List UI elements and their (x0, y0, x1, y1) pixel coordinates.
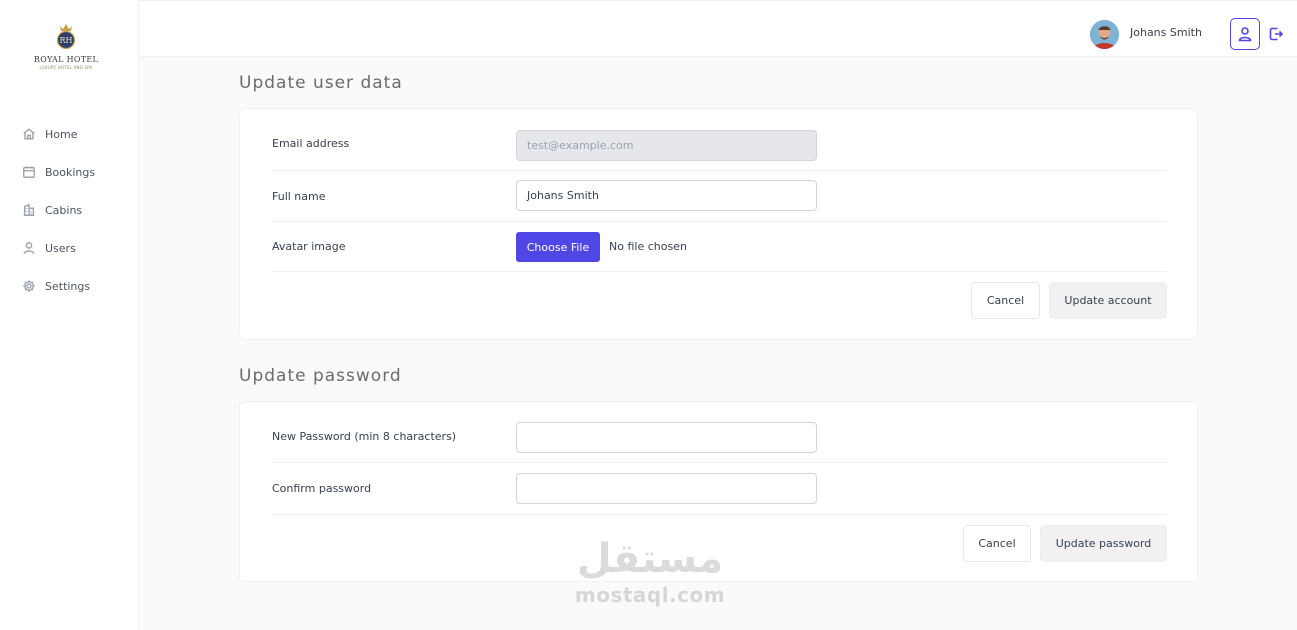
full-name-label: Full name (272, 190, 326, 203)
user-icon (1238, 27, 1252, 42)
crest-icon: RH (56, 24, 76, 50)
avatar-row: Avatar image Choose File No file chosen (272, 222, 1167, 272)
sidebar-item-settings[interactable]: Settings (0, 267, 139, 305)
sidebar-item-label: Bookings (45, 165, 96, 179)
confirm-password-field[interactable] (516, 473, 817, 504)
logout-button[interactable] (1261, 18, 1291, 50)
sidebar-item-label: Settings (45, 279, 91, 293)
sidebar-item-label: Home (45, 127, 78, 141)
building-icon (23, 203, 35, 216)
name-row: Full name Johans Smith (272, 171, 1167, 222)
password-section-title: Update password (239, 366, 402, 386)
avatar-label: Avatar image (272, 240, 346, 253)
top-header: Johans Smith (139, 0, 1297, 57)
sidebar-nav: Home Bookings Cabins Users Settings (0, 115, 139, 305)
user-data-card: Email address test@example.com Full name… (239, 108, 1198, 340)
email-row: Email address test@example.com (272, 120, 1167, 171)
avatar-image-icon (1090, 20, 1119, 49)
sidebar-item-label: Users (45, 241, 76, 255)
new-password-row: New Password (min 8 characters) (272, 411, 1167, 463)
avatar (1090, 20, 1119, 49)
home-icon (23, 128, 35, 140)
watermark-arabic: مستقل (576, 536, 724, 582)
email-label: Email address (272, 137, 350, 150)
sidebar-item-home[interactable]: Home (0, 115, 139, 153)
user-section-title: Update user data (239, 73, 403, 93)
logo-brand: ROYAL HOTEL (33, 55, 99, 64)
sidebar-item-users[interactable]: Users (0, 229, 139, 267)
sidebar-item-cabins[interactable]: Cabins (0, 191, 139, 229)
cancel-account-button[interactable]: Cancel (971, 282, 1040, 319)
watermark-latin: mostaql.com (574, 583, 726, 607)
choose-file-button[interactable]: Choose File (516, 232, 600, 262)
account-button[interactable] (1230, 18, 1260, 50)
cancel-password-button[interactable]: Cancel (963, 525, 1031, 562)
sidebar: RH ROYAL HOTEL LUXURY HOTEL AND SPA Home… (0, 0, 139, 630)
new-password-field[interactable] (516, 422, 817, 453)
update-account-button[interactable]: Update account (1049, 282, 1167, 319)
gear-icon (23, 280, 35, 292)
sidebar-item-bookings[interactable]: Bookings (0, 153, 139, 191)
file-status: No file chosen (609, 240, 687, 253)
confirm-password-row: Confirm password (272, 463, 1167, 515)
logo-tagline: LUXURY HOTEL AND SPA (39, 65, 93, 70)
sidebar-item-label: Cabins (45, 203, 83, 217)
hotel-logo[interactable]: RH ROYAL HOTEL LUXURY HOTEL AND SPA (30, 18, 102, 78)
calendar-icon (23, 166, 35, 178)
user-icon (23, 242, 35, 254)
watermark: مستقل mostaql.com (560, 535, 740, 607)
user-name: Johans Smith (1130, 26, 1202, 39)
svg-text:RH: RH (60, 36, 73, 45)
logout-icon (1269, 27, 1284, 41)
confirm-password-label: Confirm password (272, 482, 372, 495)
full-name-field[interactable]: Johans Smith (516, 180, 817, 211)
email-field: test@example.com (516, 130, 817, 161)
update-password-button[interactable]: Update password (1040, 525, 1167, 562)
new-password-label: New Password (min 8 characters) (272, 430, 457, 443)
